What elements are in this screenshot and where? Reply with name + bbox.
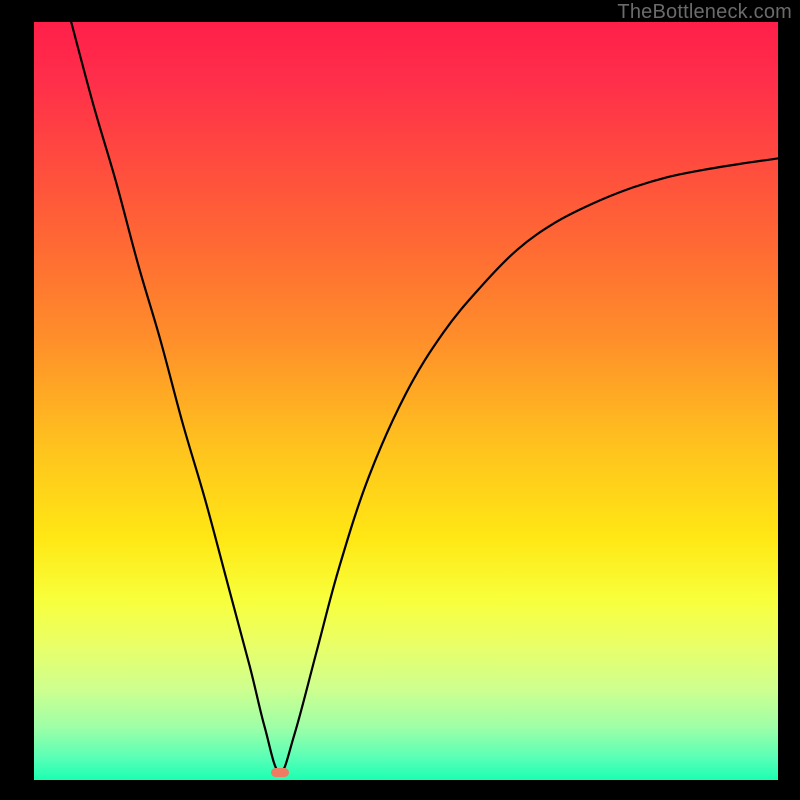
gradient-background (34, 22, 778, 780)
outer-frame: TheBottleneck.com (0, 0, 800, 800)
plot-area (34, 22, 778, 780)
chart-svg (34, 22, 778, 780)
watermark-text: TheBottleneck.com (617, 1, 792, 24)
sweet-spot-marker (271, 768, 289, 777)
